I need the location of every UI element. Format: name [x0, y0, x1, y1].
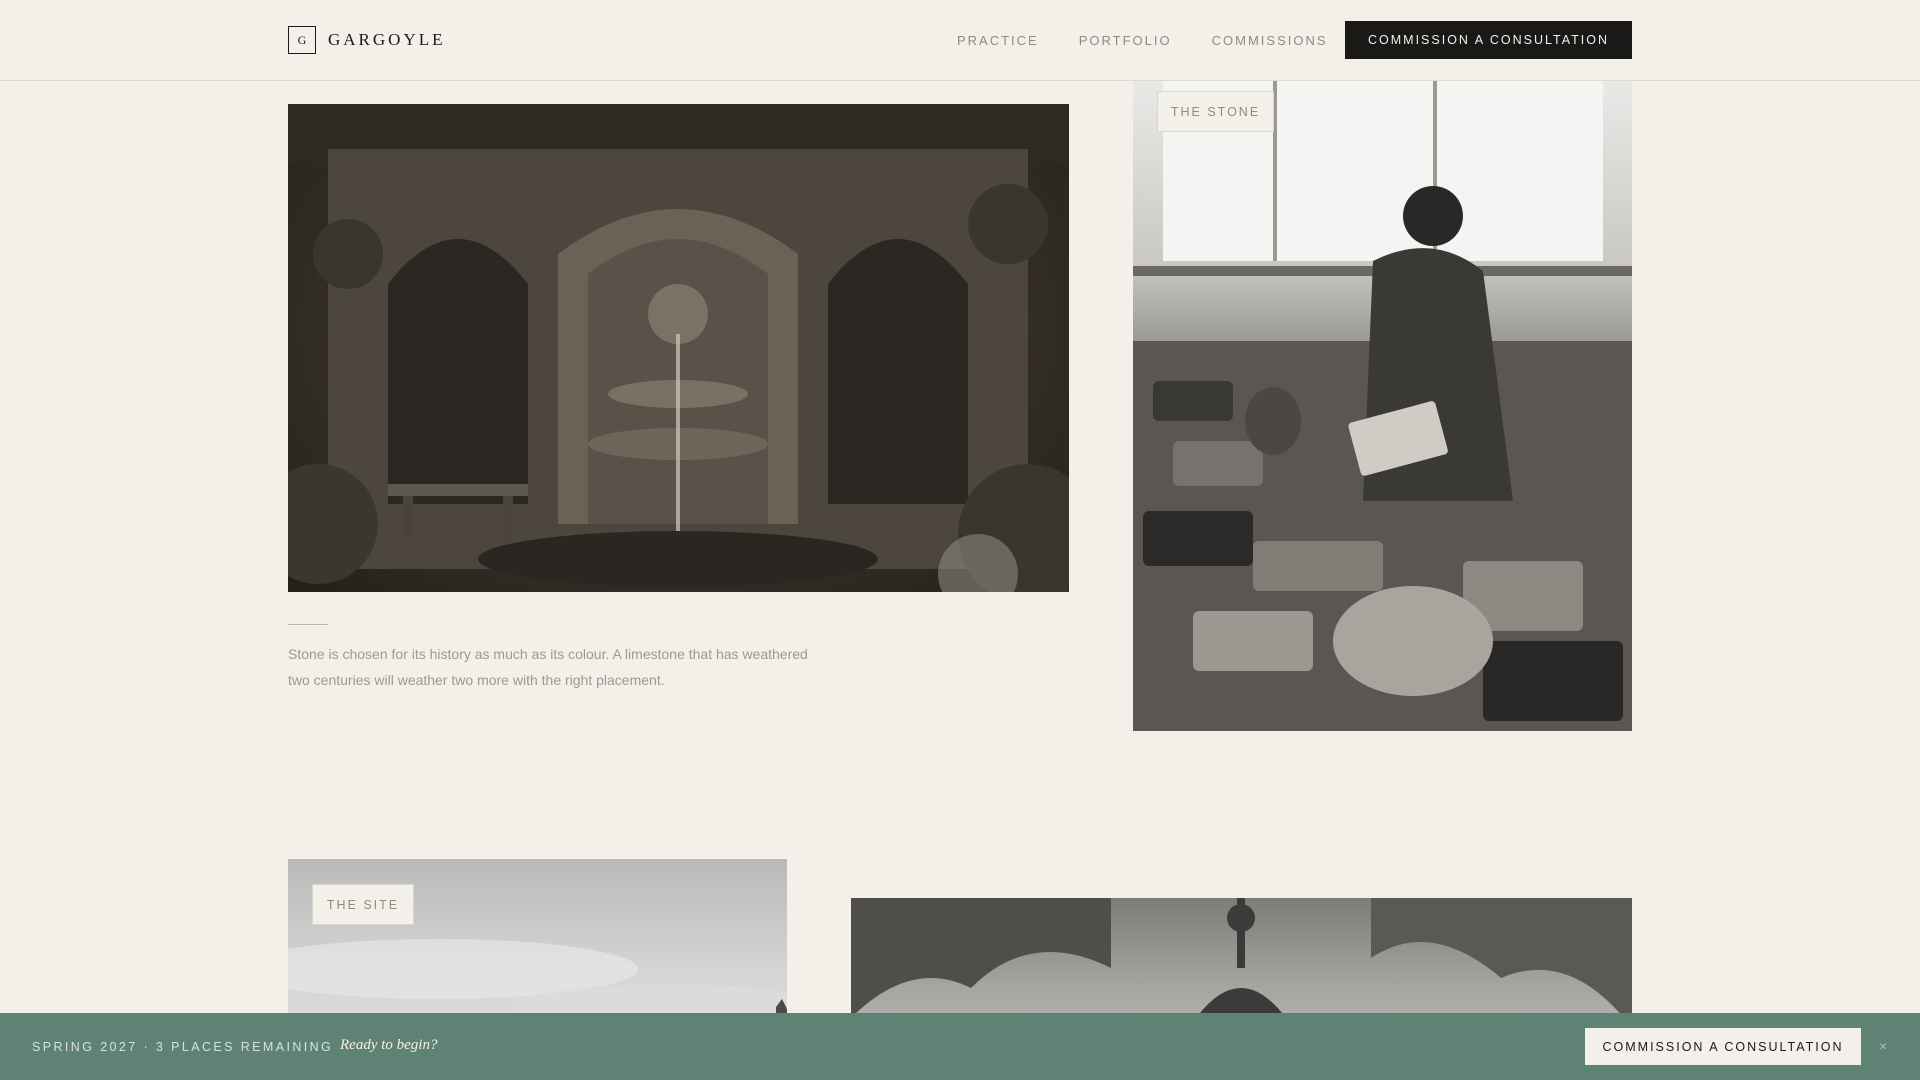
booking-bar: SPRING 2027 · 3 PLACES REMAINING Ready t… [0, 1013, 1920, 1080]
commission-consultation-bar-button[interactable]: COMMISSION A CONSULTATION [1585, 1028, 1861, 1065]
main-nav: PRACTICE PORTFOLIO COMMISSIONS [957, 33, 1368, 48]
brand-name: GARGOYLE [328, 30, 446, 49]
fountain-image [288, 104, 1069, 592]
stone-caption: Stone is chosen for its history as much … [288, 646, 808, 688]
stone-studio-image: THE STONE [1133, 81, 1632, 731]
logo-mark: G [288, 26, 316, 54]
site-header: G GARGOYLE PRACTICE PORTFOLIO COMMISSION… [0, 0, 1920, 81]
nav-portfolio[interactable]: PORTFOLIO [1079, 33, 1172, 48]
ready-prompt: Ready to begin? [340, 1037, 438, 1053]
logo[interactable]: G GARGOYLE [288, 26, 446, 54]
close-icon[interactable]: × [1875, 1035, 1891, 1057]
nav-commissions[interactable]: COMMISSIONS [1212, 33, 1328, 48]
availability-status: SPRING 2027 · 3 PLACES REMAINING [32, 1040, 334, 1054]
nav-practice[interactable]: PRACTICE [957, 33, 1039, 48]
tag-the-site: THE SITE [312, 884, 414, 925]
commission-consultation-button[interactable]: COMMISSION A CONSULTATION [1345, 21, 1632, 59]
caption-divider [288, 624, 328, 625]
tag-the-stone: THE STONE [1157, 91, 1274, 132]
